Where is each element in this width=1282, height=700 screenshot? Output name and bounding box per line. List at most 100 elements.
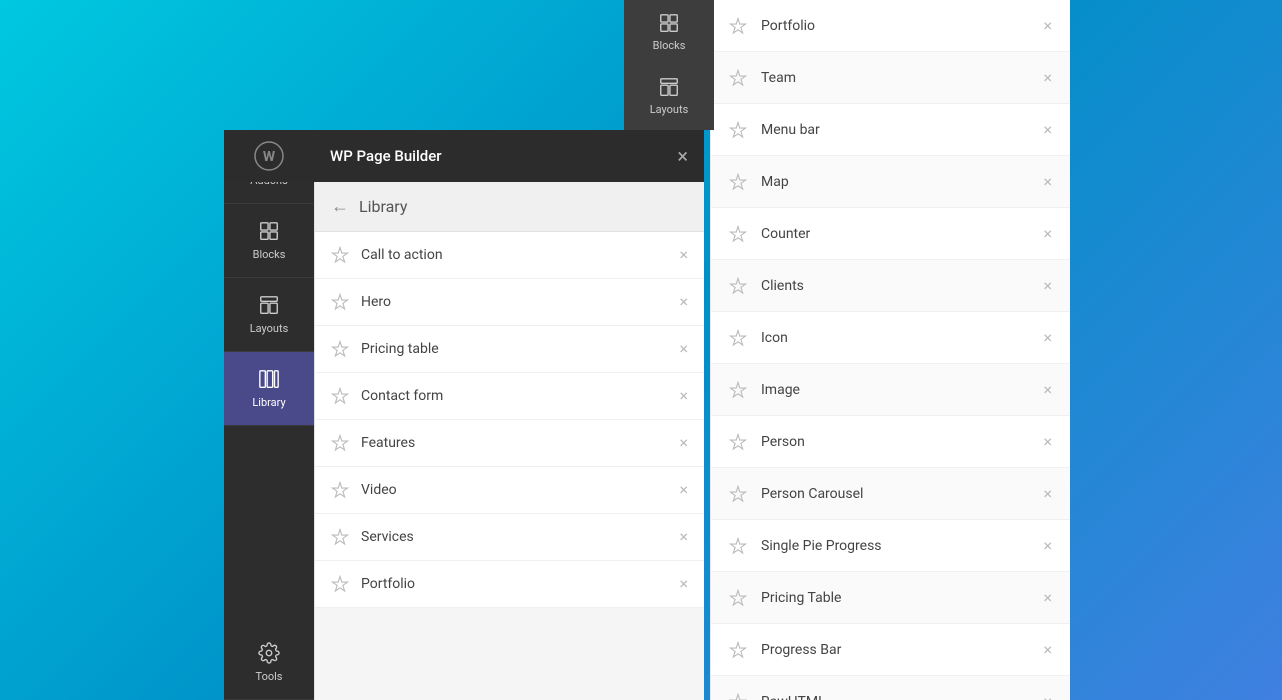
right-item-close[interactable]: × [1043,380,1052,399]
right-item-icon [729,17,747,35]
right-item-team[interactable]: Team × [711,52,1070,104]
item-addon-icon [331,434,349,452]
sidebar-item-tools[interactable]: Tools [224,626,314,700]
top-bar-layouts[interactable]: Layouts [624,64,714,128]
right-item-rawhtml[interactable]: RawHTML × [711,676,1070,700]
right-item-icon[interactable]: Icon × [711,312,1070,364]
library-item-call-to-action[interactable]: Call to action × [315,232,704,279]
right-item-label: Progress Bar [761,642,1043,658]
library-item-label: Hero [361,294,679,310]
right-item-progress-bar[interactable]: Progress Bar × [711,624,1070,676]
top-bar-layouts-label: Layouts [650,103,689,116]
right-item-label: Map [761,174,1043,190]
sidebar-item-blocks-label: Blocks [253,248,286,261]
layouts-nav-icon [258,294,280,316]
top-bar-blocks[interactable]: Blocks [624,0,714,64]
library-item-label: Video [361,482,679,498]
right-item-icon [729,433,747,451]
right-item-close[interactable]: × [1043,484,1052,503]
right-item-icon [729,641,747,659]
library-item-video[interactable]: Video × [315,467,704,514]
library-list: Call to action × Hero × Pricing table × … [315,232,704,700]
library-item-close[interactable]: × [679,388,688,404]
right-item-icon [729,329,747,347]
sidebar-item-library-label: Library [252,396,285,409]
right-item-pricing-table-r[interactable]: Pricing Table × [711,572,1070,624]
right-item-icon [729,589,747,607]
right-item-label: Team [761,70,1043,86]
tools-gear-icon [258,642,280,664]
svg-text:W: W [263,149,276,165]
right-item-person[interactable]: Person × [711,416,1070,468]
item-addon-icon [331,528,349,546]
right-item-icon [729,693,747,700]
library-item-label: Call to action [361,247,679,263]
right-item-icon [729,277,747,295]
right-item-icon [729,121,747,139]
right-item-label: Clients [761,278,1043,294]
library-item-close[interactable]: × [679,482,688,498]
library-panel: ← Library Call to action × Hero × Pricin… [314,182,704,700]
sidebar-item-layouts-label: Layouts [250,322,289,335]
library-item-portfolio[interactable]: Portfolio × [315,561,704,608]
library-item-close[interactable]: × [679,435,688,451]
right-item-map[interactable]: Map × [711,156,1070,208]
library-item-label: Services [361,529,679,545]
right-item-close[interactable]: × [1043,224,1052,243]
right-item-label: Pricing Table [761,590,1043,606]
library-item-features[interactable]: Features × [315,420,704,467]
sidebar-item-layouts[interactable]: Layouts [224,278,314,352]
library-item-close[interactable]: × [679,294,688,310]
layouts-icon [658,76,680,98]
top-bar: Blocks Layouts [624,0,714,130]
sidebar-item-blocks[interactable]: Blocks [224,204,314,278]
library-item-close[interactable]: × [679,576,688,592]
blocks-nav-icon [258,220,280,242]
library-item-label: Pricing table [361,341,679,357]
library-item-close[interactable]: × [679,341,688,357]
library-back-button[interactable]: ← [331,196,349,217]
library-item-services[interactable]: Services × [315,514,704,561]
right-item-single-pie-progress[interactable]: Single Pie Progress × [711,520,1070,572]
sidebar-nav: Addons Blocks Layouts Library Tools [224,130,314,700]
right-item-icon [729,225,747,243]
right-item-portfolio[interactable]: Portfolio × [711,0,1070,52]
right-item-close[interactable]: × [1043,16,1052,35]
right-item-close[interactable]: × [1043,640,1052,659]
item-addon-icon [331,481,349,499]
item-addon-icon [331,246,349,264]
right-item-menu-bar[interactable]: Menu bar × [711,104,1070,156]
library-item-pricing-table[interactable]: Pricing table × [315,326,704,373]
right-item-close[interactable]: × [1043,692,1052,700]
right-item-close[interactable]: × [1043,536,1052,555]
right-item-close[interactable]: × [1043,68,1052,87]
app-title: WP Page Builder [330,147,677,165]
library-item-close[interactable]: × [679,529,688,545]
right-item-icon [729,537,747,555]
right-item-close[interactable]: × [1043,588,1052,607]
title-close-button[interactable]: × [677,144,688,168]
right-item-close[interactable]: × [1043,172,1052,191]
right-item-label: Person Carousel [761,486,1043,502]
sidebar-item-library[interactable]: Library [224,352,314,426]
right-item-counter[interactable]: Counter × [711,208,1070,260]
library-header: ← Library [315,182,704,232]
blocks-icon [658,12,680,34]
right-item-icon [729,381,747,399]
right-item-close[interactable]: × [1043,276,1052,295]
right-item-close[interactable]: × [1043,432,1052,451]
title-bar: WP Page Builder × [314,130,704,182]
library-item-close[interactable]: × [679,247,688,263]
right-item-image[interactable]: Image × [711,364,1070,416]
right-item-close[interactable]: × [1043,328,1052,347]
right-item-icon [729,485,747,503]
right-item-close[interactable]: × [1043,120,1052,139]
library-icon [258,368,280,390]
library-item-contact-form[interactable]: Contact form × [315,373,704,420]
right-item-person-carousel[interactable]: Person Carousel × [711,468,1070,520]
right-item-clients[interactable]: Clients × [711,260,1070,312]
right-item-label: Counter [761,226,1043,242]
library-title: Library [359,197,407,216]
right-item-label: Portfolio [761,18,1043,34]
library-item-hero[interactable]: Hero × [315,279,704,326]
